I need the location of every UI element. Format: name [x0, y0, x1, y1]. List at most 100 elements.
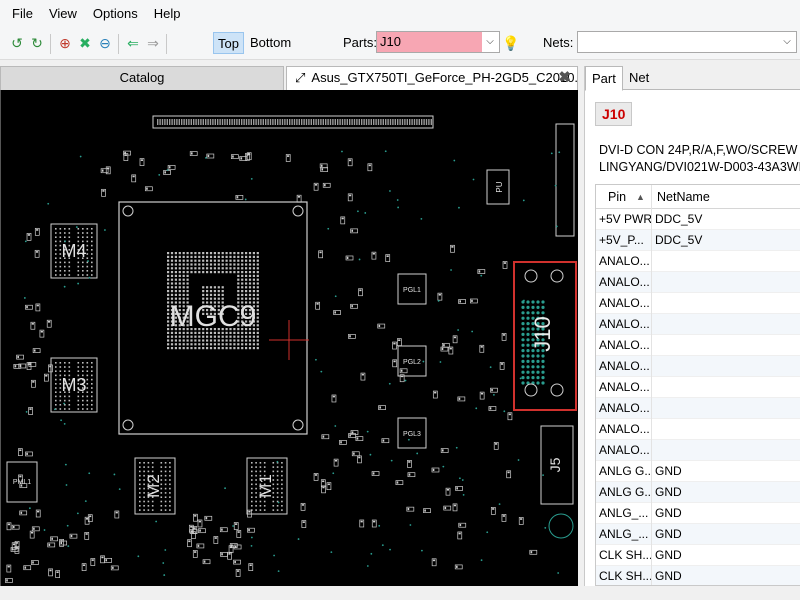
table-row[interactable]: ANLG G... GND	[596, 461, 800, 482]
smd-pad	[32, 381, 35, 383]
smd-pad	[33, 527, 35, 530]
chip-ball	[68, 236, 71, 238]
top-side-toggle[interactable]: Top	[213, 32, 244, 54]
connector-pin	[272, 119, 274, 125]
nets-combobox[interactable]: ⌵	[577, 31, 797, 53]
tab-board-file[interactable]: ⤢ Asus_GTX750TI_GeForce_PH-2GD5_C2010... …	[286, 66, 578, 90]
chevron-down-icon[interactable]: ⌵	[778, 32, 796, 52]
netname-cell	[652, 293, 800, 314]
chip-ball	[77, 362, 80, 364]
via	[462, 493, 465, 496]
chip-ball	[77, 404, 80, 406]
smd-pad	[24, 566, 27, 569]
table-row[interactable]: ANALO...	[596, 272, 800, 293]
pin-cell: +5V PWR	[596, 209, 652, 230]
pin-icon[interactable]: ⤢	[295, 70, 305, 85]
table-row[interactable]: ANALO...	[596, 377, 800, 398]
chip-ball	[255, 466, 257, 468]
chip-ball	[139, 492, 141, 494]
gpu-ball	[182, 335, 185, 338]
tab-part[interactable]: Part	[585, 66, 623, 91]
selected-part-badge: J10	[595, 102, 633, 126]
chip-ball	[59, 270, 62, 272]
chip-ball	[64, 370, 66, 372]
column-header-pin[interactable]: Pin ▲	[596, 185, 652, 209]
menu-options[interactable]: Options	[85, 0, 146, 28]
gpu-ball	[217, 293, 220, 296]
connector-pin	[313, 119, 315, 125]
nets-input[interactable]	[578, 32, 778, 52]
chip-ball	[169, 487, 171, 490]
chip-ball	[86, 366, 89, 368]
gpu-ball	[229, 343, 232, 346]
chevron-down-icon[interactable]: ⌵	[481, 32, 499, 52]
table-row[interactable]: ANALO...	[596, 419, 800, 440]
bottom-side-toggle[interactable]: Bottom	[246, 32, 295, 54]
gpu-ball	[241, 267, 244, 270]
pin-cell: ANALO...	[596, 272, 652, 293]
menu-view[interactable]: View	[41, 0, 85, 28]
chip-ball	[68, 270, 71, 272]
parts-input[interactable]: J10	[377, 32, 482, 52]
menu-file[interactable]: File	[4, 0, 41, 28]
column-header-netname[interactable]: NetName	[652, 185, 800, 209]
forward-arrow-icon[interactable]: ⇒	[144, 34, 162, 52]
gpu-ball	[256, 293, 259, 296]
tab-catalog[interactable]: Catalog	[0, 66, 284, 90]
close-icon[interactable]: ✖	[558, 67, 571, 89]
table-row[interactable]: ANALO...	[596, 398, 800, 419]
smd-pad	[349, 434, 351, 437]
table-row[interactable]: ANALO...	[596, 335, 800, 356]
tab-net[interactable]: Net	[623, 66, 655, 91]
gpu-ball	[256, 331, 259, 334]
table-row[interactable]: ANALO...	[596, 314, 800, 335]
gpu-ball	[225, 252, 228, 255]
table-row[interactable]: ANALO...	[596, 356, 800, 377]
chip-ball	[82, 265, 84, 268]
table-row[interactable]: ANALO...	[596, 251, 800, 272]
rotate-cw-icon[interactable]: ↻	[28, 34, 46, 52]
table-row[interactable]: ANLG_... GND	[596, 503, 800, 524]
chip-ball	[77, 395, 80, 398]
board-viewer[interactable]: MGC9 M4 M3 M2 M1 PGL1 PGL2 PGL3 J10 J5 P	[0, 90, 578, 586]
pcb-layout[interactable]: MGC9 M4 M3 M2 M1 PGL1 PGL2 PGL3 J10 J5 P	[1, 90, 578, 586]
gpu-ball	[241, 282, 244, 285]
via	[358, 258, 361, 261]
back-arrow-icon[interactable]: ⇐	[124, 34, 142, 52]
table-row[interactable]: CLK SH... GND	[596, 566, 800, 585]
chip-ball	[255, 500, 257, 503]
chip-ball	[281, 505, 283, 507]
zoom-fit-icon[interactable]: ✖	[76, 34, 94, 52]
rotate-ccw-icon[interactable]: ↺	[8, 34, 26, 52]
table-row[interactable]: +5V PWR DDC_5V	[596, 209, 800, 230]
lightbulb-icon[interactable]: 💡	[502, 34, 520, 52]
table-row[interactable]: CLK SH... GND	[596, 545, 800, 566]
connector-pin	[521, 365, 525, 369]
chip-ball	[281, 474, 283, 477]
chip-ball	[86, 253, 89, 255]
zoom-out-icon[interactable]: ⊖	[96, 34, 114, 52]
chip-ball	[77, 228, 80, 230]
parts-combobox[interactable]: J10 ⌵	[376, 31, 500, 53]
via	[155, 520, 158, 523]
table-row[interactable]: ANLG G... GND	[596, 482, 800, 503]
gpu-ball	[233, 339, 236, 342]
via	[422, 360, 425, 363]
table-row[interactable]: ANALO...	[596, 293, 800, 314]
table-row[interactable]: +5V_P... DDC_5V	[596, 230, 800, 251]
zoom-in-icon[interactable]: ⊕	[56, 34, 74, 52]
via	[489, 366, 492, 369]
chip-ball	[259, 470, 262, 473]
gpu-ball	[182, 278, 185, 281]
chip-ball	[59, 261, 62, 264]
menu-help[interactable]: Help	[146, 0, 189, 28]
gpu-ball	[198, 347, 201, 350]
smd-pad	[60, 541, 63, 545]
gpu-ball	[194, 343, 197, 346]
smd-pad	[190, 526, 193, 528]
smd-pad	[193, 527, 196, 529]
table-row[interactable]: ANALO...	[596, 440, 800, 461]
table-row[interactable]: ANLG_... GND	[596, 524, 800, 545]
smd-pad	[26, 452, 28, 455]
gpu-ball	[186, 282, 189, 285]
